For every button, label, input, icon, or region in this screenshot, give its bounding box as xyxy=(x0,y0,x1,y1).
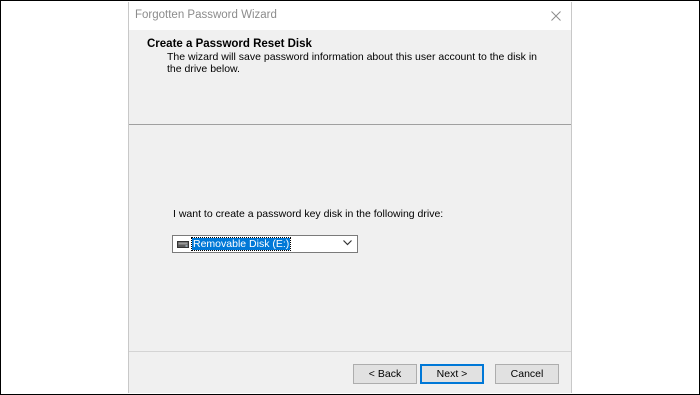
close-icon xyxy=(551,11,561,21)
header-divider xyxy=(129,124,571,125)
page-heading: Create a Password Reset Disk xyxy=(147,38,312,50)
page-description: The wizard will save password informatio… xyxy=(167,51,538,75)
cancel-button[interactable]: Cancel xyxy=(495,364,559,384)
drive-prompt-label: I want to create a password key disk in … xyxy=(173,208,444,220)
drive-icon xyxy=(177,241,189,248)
back-button[interactable]: < Back xyxy=(353,364,417,384)
wizard-window: Forgotten Password Wizard Create a Passw… xyxy=(128,2,572,393)
screenshot-frame: Forgotten Password Wizard Create a Passw… xyxy=(0,0,700,395)
footer-divider xyxy=(129,351,571,352)
drive-select-value: Removable Disk (E:) xyxy=(190,237,292,251)
next-button[interactable]: Next > xyxy=(420,364,484,384)
chevron-down-icon xyxy=(343,240,352,246)
title-bar[interactable]: Forgotten Password Wizard xyxy=(129,2,571,30)
close-button[interactable] xyxy=(541,2,571,30)
drive-select[interactable]: Removable Disk (E:) xyxy=(172,235,358,253)
window-title: Forgotten Password Wizard xyxy=(135,9,277,21)
wizard-header: Create a Password Reset Disk The wizard … xyxy=(129,30,571,124)
